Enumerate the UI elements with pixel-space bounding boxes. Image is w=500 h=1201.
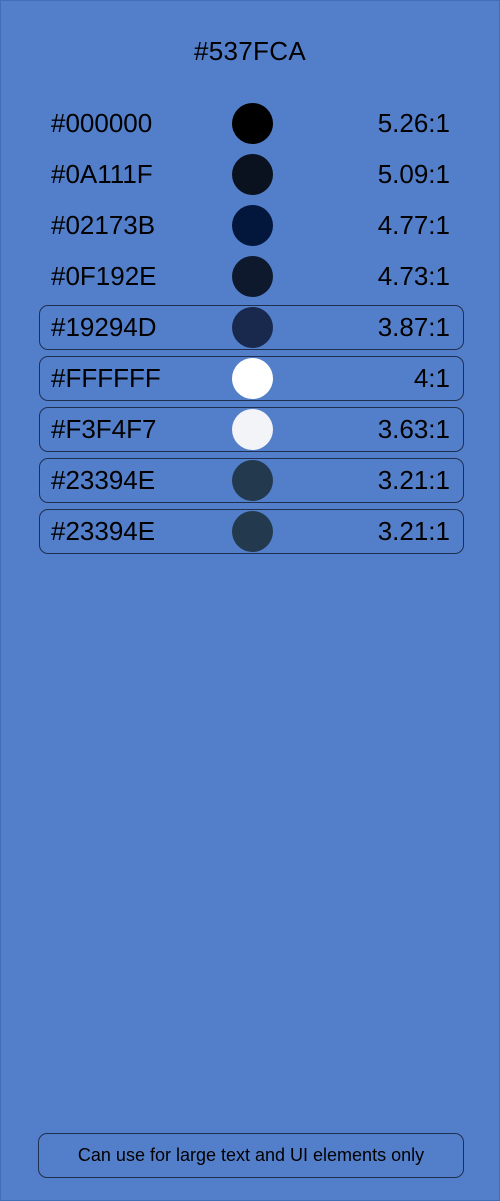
color-hex: #23394E <box>51 516 156 546</box>
contrast-ratio: 4.73:1 <box>377 261 450 291</box>
color-swatch <box>232 256 273 297</box>
color-swatch <box>232 205 273 246</box>
contrast-row[interactable]: #23394E 3.21:1 <box>39 509 464 554</box>
color-swatch <box>232 358 273 399</box>
contrast-row[interactable]: #0A111F 5.09:1 <box>39 152 464 197</box>
color-hex: #000000 <box>51 108 153 138</box>
color-hex: #0F192E <box>51 261 157 291</box>
contrast-row[interactable]: #23394E 3.21:1 <box>39 458 464 503</box>
color-swatch <box>232 307 273 348</box>
page-title: #537FCA <box>194 36 306 66</box>
contrast-row[interactable]: #19294D 3.87:1 <box>39 305 464 350</box>
contrast-ratio: 5.26:1 <box>377 108 450 138</box>
color-hex: #19294D <box>51 312 157 342</box>
contrast-row[interactable]: #FFFFFF 4:1 <box>39 356 464 401</box>
contrast-ratio: 3.63:1 <box>377 414 450 444</box>
color-swatch <box>232 103 273 144</box>
color-hex: #FFFFFF <box>51 363 161 393</box>
color-swatch <box>232 409 273 450</box>
contrast-row[interactable]: #02173B 4.77:1 <box>39 203 464 248</box>
contrast-ratio: 3.21:1 <box>377 516 450 546</box>
color-swatch <box>232 511 273 552</box>
color-swatch <box>232 460 273 501</box>
contrast-ratio: 3.87:1 <box>377 312 450 342</box>
color-hex: #02173B <box>51 210 156 240</box>
color-hex: #0A111F <box>51 159 153 189</box>
contrast-ratio: 3.21:1 <box>377 465 450 495</box>
contrast-ratio: 4:1 <box>413 363 450 393</box>
contrast-ratio: 5.09:1 <box>377 159 450 189</box>
contrast-list: #000000 5.26:1 #0A111F 5.09:1 #02173B 4.… <box>39 101 464 560</box>
color-hex: #F3F4F7 <box>51 414 157 444</box>
contrast-row[interactable]: #000000 5.26:1 <box>39 101 464 146</box>
usage-note: Can use for large text and UI elements o… <box>38 1133 464 1178</box>
contrast-panel: #537FCA #000000 5.26:1 #0A111F 5.09:1 #0… <box>0 0 500 1201</box>
color-hex: #23394E <box>51 465 156 495</box>
contrast-ratio: 4.77:1 <box>377 210 450 240</box>
contrast-row[interactable]: #F3F4F7 3.63:1 <box>39 407 464 452</box>
color-swatch <box>232 154 273 195</box>
contrast-row[interactable]: #0F192E 4.73:1 <box>39 254 464 299</box>
